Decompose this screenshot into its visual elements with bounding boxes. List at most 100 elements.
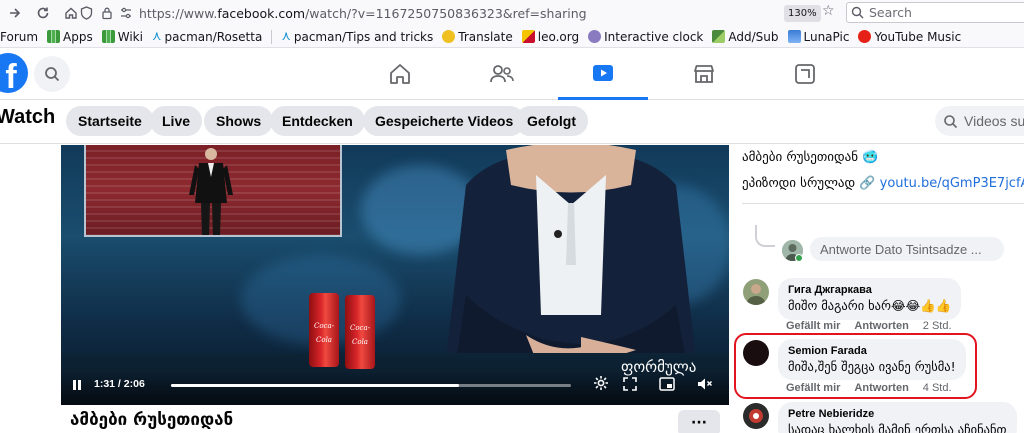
pause-button[interactable] — [71, 379, 83, 394]
search-icon — [45, 67, 60, 82]
bookmark-pacman-tips[interactable]: ⋏ pacman/Tips and tricks — [281, 29, 433, 44]
video-player[interactable]: Coca-Cola Coca-Cola ფორმულა 1:31 / 2:06 — [61, 145, 729, 405]
video-progress-bar[interactable] — [171, 384, 571, 387]
url-field[interactable]: https://www.facebook.com/watch/?v=116725… — [80, 3, 840, 23]
tab-marketplace[interactable] — [659, 48, 749, 100]
fullscreen-icon[interactable] — [623, 376, 637, 395]
cola-can: Coca-Cola — [345, 295, 375, 369]
tab-friends[interactable] — [457, 48, 547, 100]
leo-icon — [521, 30, 535, 43]
arch-icon: ⋏ — [281, 29, 291, 44]
video-time: 1:31 / 2:06 — [94, 378, 145, 390]
permissions-icon[interactable] — [119, 6, 133, 20]
bookmark-star-icon[interactable]: ☆ — [822, 3, 835, 19]
page-title: Watch — [0, 106, 56, 128]
mute-icon[interactable] — [697, 376, 713, 395]
reply-button[interactable]: Antworten — [854, 382, 908, 394]
bookmark-add-sub[interactable]: Add/Sub — [712, 30, 779, 44]
zoom-level[interactable]: 130% — [784, 5, 821, 22]
tab-startseite[interactable]: Startseite — [66, 106, 154, 136]
facebook-logo[interactable]: f — [0, 53, 28, 93]
tab-home[interactable] — [355, 48, 445, 100]
video-description: ამბები რუსეთიდან 🥶 — [742, 150, 879, 165]
marketplace-icon — [694, 65, 714, 83]
video-title: ამბები რუსეთიდან — [70, 410, 234, 430]
bookmark-pacman-rosetta[interactable]: ⋏ pacman/Rosetta — [152, 29, 262, 44]
comment-text: მიშო მაგარი ხარ😂😂👍👍 — [788, 298, 952, 313]
avatar[interactable] — [743, 403, 769, 429]
youtube-link[interactable]: youtu.be/qGmP3E7jcfA — [880, 176, 1024, 191]
reload-icon[interactable] — [32, 2, 54, 24]
comment-time[interactable]: 2 Std. — [923, 320, 952, 332]
comment-bubble: Semion Farada მიშა,შენ შეგცა ივანე რუსმა… — [778, 339, 966, 380]
avatar[interactable] — [743, 340, 769, 366]
online-status-dot — [795, 254, 803, 262]
comment-actions: Gefällt mir Antworten 4 Std. — [786, 382, 952, 394]
like-button[interactable]: Gefällt mir — [786, 320, 840, 332]
search-icon — [944, 114, 958, 128]
tab-watch[interactable] — [558, 48, 648, 100]
reply-button[interactable]: Antworten — [854, 320, 908, 332]
wiki-icon — [101, 30, 115, 43]
comment-text: მიშა,შენ შეგცა ივანე რუსმა! — [788, 359, 956, 374]
watch-header: Watch Startseite Live Shows Entdecken Ge… — [0, 100, 1024, 144]
browser-toolbar: https://www.facebook.com/watch/?v=116725… — [0, 0, 1024, 26]
tab-shows[interactable]: Shows — [204, 106, 274, 136]
reply-input[interactable]: Antworte Dato Tsintsadze ... — [810, 237, 1004, 261]
comment-bubble: Гига Джгаркава მიშო მაგარი ხარ😂😂👍👍 — [778, 278, 962, 320]
apps-grid-icon — [47, 30, 61, 43]
comment-time[interactable]: 4 Std. — [923, 382, 952, 394]
clock-icon — [588, 30, 602, 43]
facebook-top-bar: f — [0, 48, 1024, 100]
bookmark-translate[interactable]: Translate — [442, 30, 513, 44]
cola-can: Coca-Cola — [309, 293, 339, 367]
tab-entdecken[interactable]: Entdecken — [270, 106, 365, 136]
comment-author[interactable]: Petre Nebieridze — [788, 408, 1007, 420]
facebook-search-button[interactable] — [34, 56, 70, 92]
arch-icon: ⋏ — [151, 29, 162, 44]
bookmark-interactive-clock[interactable]: Interactive clock — [588, 30, 703, 44]
pause-icon — [73, 380, 81, 390]
tracking-shield-icon[interactable] — [80, 6, 93, 20]
reply-thread-line — [755, 225, 775, 247]
like-button[interactable]: Gefällt mir — [786, 382, 840, 394]
video-search-input[interactable]: Videos suc — [935, 106, 1024, 136]
settings-gear-icon[interactable] — [593, 375, 609, 395]
mini-player-icon[interactable] — [659, 376, 675, 395]
bookmark-separator — [271, 29, 273, 44]
man-in-suit-figure — [189, 148, 233, 235]
groups-icon — [795, 64, 815, 84]
news-anchor-figure — [446, 145, 696, 360]
lock-icon[interactable] — [101, 6, 113, 20]
bookmark-lunapic[interactable]: LunaPic — [787, 30, 849, 44]
video-progress-fill — [171, 384, 459, 387]
bookmark-forum[interactable]: Forum — [0, 30, 38, 44]
video-description-link-line: ეპიზოდი სრულად 🔗 youtu.be/qGmP3E7jcfA — [742, 176, 1024, 191]
avatar[interactable] — [743, 279, 769, 305]
addsub-icon — [712, 30, 726, 43]
youtube-music-icon — [858, 30, 872, 43]
bookmark-apps[interactable]: Apps — [47, 30, 93, 44]
translate-icon — [442, 30, 456, 43]
more-options-button[interactable]: ··· — [678, 410, 720, 433]
comment-text: სადაც ხალხის მამინ ერთსა აჩინანთ — [788, 422, 1007, 433]
home-icon[interactable] — [60, 2, 82, 24]
home-icon — [390, 64, 410, 84]
bookmark-wiki[interactable]: Wiki — [101, 30, 143, 44]
tab-live[interactable]: Live — [150, 106, 203, 136]
tab-groups[interactable] — [760, 48, 850, 100]
search-icon — [851, 6, 864, 19]
channel-watermark: ფორმულა — [621, 358, 697, 376]
friends-icon — [490, 65, 514, 83]
bookmark-leo[interactable]: leo.org — [521, 30, 579, 44]
tab-gefolgt[interactable]: Gefolgt — [515, 106, 588, 136]
comment-author[interactable]: Semion Farada — [788, 345, 956, 357]
bookmark-youtube-music[interactable]: YouTube Music — [858, 30, 961, 44]
comment-bubble: Petre Nebieridze სადაც ხალხის მამინ ერთს… — [778, 402, 1017, 433]
tab-saved-videos[interactable]: Gespeicherte Videos — [363, 106, 526, 136]
browser-search-input[interactable]: Search — [846, 2, 1024, 23]
lunapic-icon — [787, 30, 801, 43]
video-inset-frame — [84, 145, 342, 237]
comment-author[interactable]: Гига Джгаркава — [788, 284, 951, 296]
forward-icon[interactable] — [4, 2, 26, 24]
